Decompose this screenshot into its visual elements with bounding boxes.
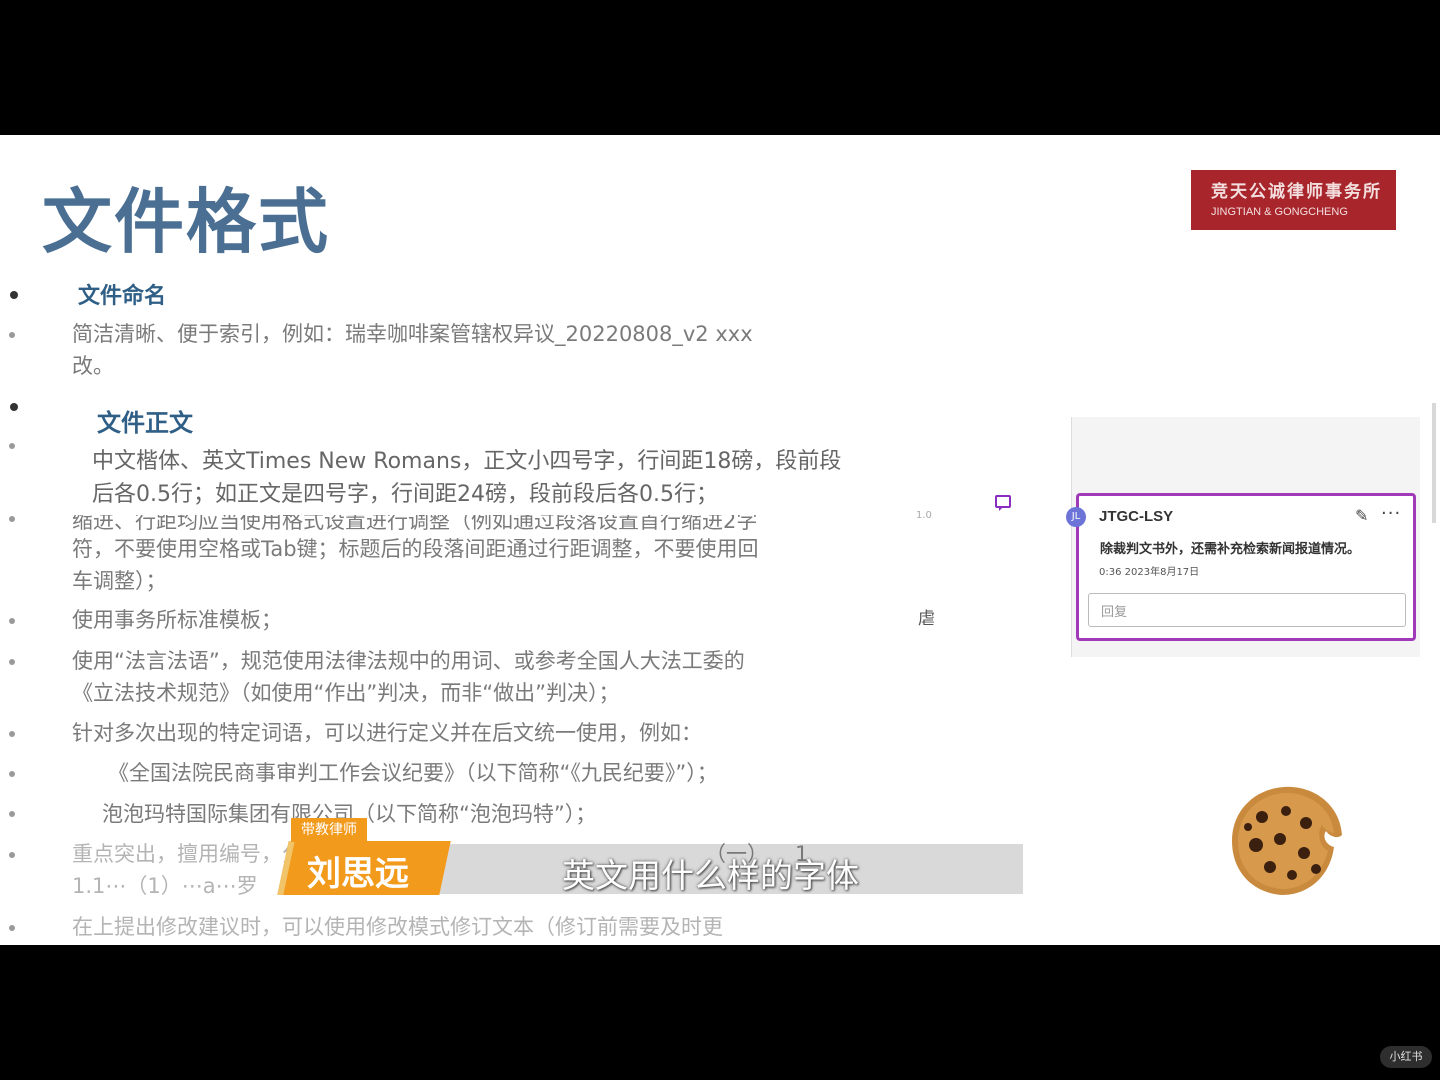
bullet — [9, 332, 15, 338]
revision-line: 在上提出修改建议时，可以使用修改模式修订文本（修订前需要及时更 — [72, 915, 723, 939]
bullet — [9, 618, 15, 624]
example-1: 《全国法院民商事审判工作会议纪要》（以下简称“《九民纪要》”）； — [108, 761, 718, 785]
indent-line-2: 符，不要使用空格或Tab键；标题后的段落间距通过行距调整，不要使用回 — [72, 537, 759, 561]
lower-third-tag: 带教律师 — [291, 818, 367, 842]
font-line-2: 后各0.5行；如正文是四号字，行间距24磅，段前段后各0.5行； — [92, 482, 718, 507]
bullet — [9, 659, 15, 665]
logo-name-en: JINGTIAN & GONGCHENG — [1211, 206, 1348, 218]
edit-pencil-icon[interactable]: ✎ — [1355, 506, 1368, 525]
comment-avatar: JL — [1066, 507, 1086, 527]
bullet — [9, 516, 15, 522]
firm-logo: 竞天公诚律师事务所 JINGTIAN & GONGCHENG — [1191, 170, 1396, 230]
bullet — [9, 771, 15, 777]
legal-line-1: 使用“法言法语”，规范使用法律法规中的用词、或参考全国人大法工委的 — [72, 649, 745, 673]
bullet — [10, 403, 18, 411]
indent-line-3: 车调整）； — [72, 569, 167, 593]
watermark: 小红书 — [1380, 1046, 1432, 1068]
comment-text: 除裁判文书外，还需补充检索新闻报道情况。 — [1100, 542, 1361, 557]
bullet — [9, 852, 15, 858]
heading-file-naming: 文件命名 — [78, 284, 167, 309]
font-line-1: 中文楷体、英文Times New Romans，正文小四号字，行间距18磅，段前… — [92, 449, 842, 474]
bullet — [9, 731, 15, 737]
template-line: 使用事务所标准模板； — [72, 608, 282, 632]
more-options-icon[interactable]: ··· — [1381, 503, 1401, 524]
logo-name-cn: 竞天公诚律师事务所 — [1211, 182, 1382, 202]
small-mark: 1.0 — [916, 510, 932, 521]
numbering-line-2: 1.1⋯（1）⋯a⋯罗 — [72, 874, 258, 898]
comment-author: JTGC-LSY — [1099, 508, 1174, 525]
bullet — [9, 925, 15, 931]
comment-bubble-icon[interactable] — [995, 495, 1011, 511]
define-line: 针对多次出现的特定词语，可以进行定义并在后文统一使用，例如： — [72, 721, 702, 745]
scrollbar[interactable] — [1432, 403, 1436, 523]
naming-line-2: 改。 — [72, 354, 114, 378]
naming-line-1: 简洁清晰、便于索引，例如：瑞幸咖啡案管辖权异议_20220808_v2 xxx — [72, 322, 753, 346]
margin-mark: 虐 — [918, 609, 935, 629]
legal-line-2: 《立法技术规范》（如使用“作出”判决，而非“做出”判决）； — [72, 681, 620, 705]
comment-timestamp: 0:36 2023年8月17日 — [1099, 567, 1200, 578]
comment-reply-input[interactable]: 回复 — [1088, 593, 1406, 627]
video-subtitle: 英文用什么样的字体 — [562, 856, 859, 895]
bullet — [10, 291, 18, 299]
heading-file-body: 文件正文 — [97, 409, 193, 437]
bullet — [9, 811, 15, 817]
bullet — [9, 443, 15, 449]
slide-title: 文件格式 — [42, 181, 330, 263]
lower-third-name: 刘思远 — [307, 854, 409, 894]
cookie-icon — [1232, 786, 1342, 895]
